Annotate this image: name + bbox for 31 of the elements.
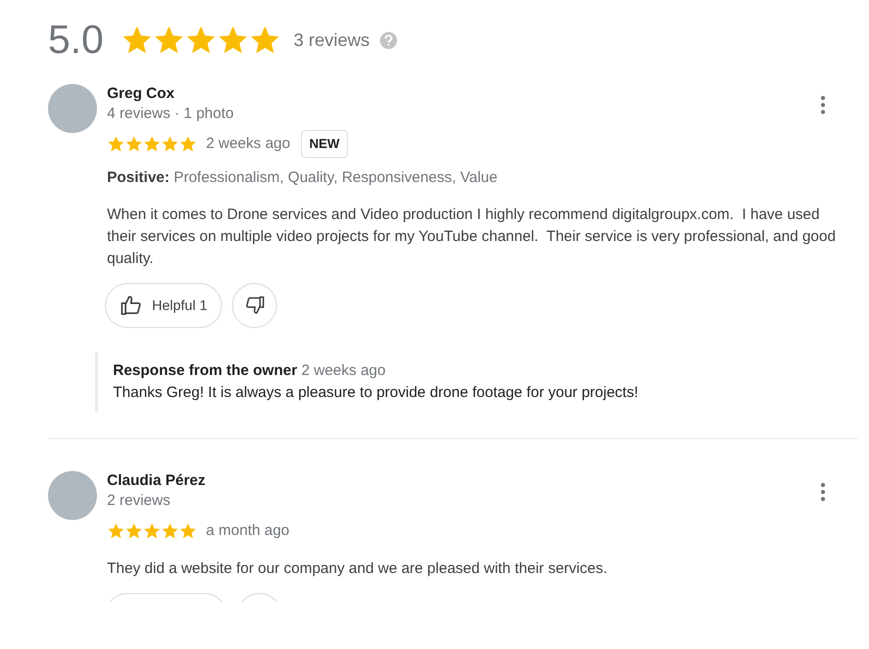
star-icon xyxy=(143,135,161,153)
reviewer-meta: 4 reviews · 1 photo xyxy=(107,104,234,124)
response-title: Response from the owner xyxy=(113,362,298,378)
review-count: 3 reviews xyxy=(294,28,370,52)
avatar[interactable] xyxy=(48,471,97,520)
star-icon xyxy=(107,135,125,153)
review-time: a month ago xyxy=(206,520,290,541)
thumbs-down-icon xyxy=(244,296,265,314)
reviewer-name[interactable]: Greg Cox xyxy=(107,84,234,103)
response-text: Thanks Greg! It is always a pleasure to provide drone footage for your projects! xyxy=(113,383,640,403)
review-text: When it comes to Drone services and Video production I highly recommend digitalgroupx.com. I have used their services on multiple video projects for my YouTube channel. Their service is very professional, and good quality. xyxy=(107,204,837,268)
review-time: 2 weeks ago xyxy=(206,134,290,154)
reviewer-meta: 2 reviews xyxy=(107,491,172,511)
star-icon xyxy=(161,135,179,153)
star-icon xyxy=(143,522,161,540)
new-badge: NEW xyxy=(301,130,348,158)
star-icon xyxy=(107,522,125,540)
star-icon xyxy=(179,522,197,540)
star-icon xyxy=(125,522,143,540)
average-rating: 5.0 xyxy=(48,20,104,60)
helpful-button[interactable]: Helpful 1 xyxy=(105,282,222,328)
star-icon xyxy=(125,135,143,153)
star-icon xyxy=(161,522,179,540)
positive-attributes: Positive: Professionalism, Quality, Responsiveness, Value xyxy=(107,168,498,188)
star-icon xyxy=(179,135,197,153)
avatar[interactable] xyxy=(48,84,97,133)
help-icon[interactable] xyxy=(380,32,397,48)
response-time: 2 weeks ago xyxy=(301,362,386,378)
reviewer-name[interactable]: Claudia Pérez xyxy=(107,471,206,490)
review-text: They did a website for our company and we are pleased with their services. xyxy=(107,559,608,579)
thumbs-up-icon xyxy=(120,295,142,315)
